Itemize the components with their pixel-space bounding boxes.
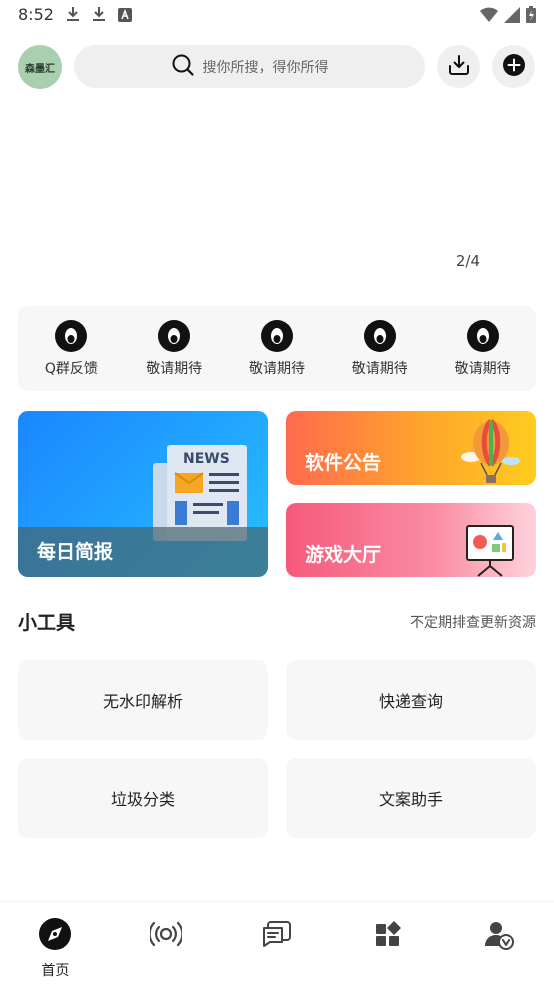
message-icon <box>262 920 292 952</box>
quick-link-coming-soon[interactable]: 敬请期待 <box>435 319 531 378</box>
tools-section-title: 小工具 <box>18 612 76 634</box>
banner-page-indicator: 2/4 <box>455 252 480 270</box>
download-icon <box>66 6 80 26</box>
nav-messages[interactable] <box>222 902 333 984</box>
nav-profile[interactable] <box>443 902 554 984</box>
text-a-icon <box>118 7 132 26</box>
wifi-icon <box>480 7 498 27</box>
tool-label: 垃圾分类 <box>110 790 175 809</box>
user-verified-icon <box>484 920 514 954</box>
download-icon <box>92 6 106 26</box>
status-system-icons <box>480 6 536 27</box>
status-bar: 8:52 <box>0 0 554 30</box>
quick-link-coming-soon[interactable]: 敬请期待 <box>332 319 428 378</box>
software-notice-card[interactable]: 软件公告 <box>286 411 536 485</box>
search-placeholder: 搜你所搜，得你所得 <box>202 59 329 76</box>
nav-label: 首页 <box>41 963 70 979</box>
quick-link-label: 敬请期待 <box>248 360 305 377</box>
quick-link-label: 敬请期待 <box>351 360 408 377</box>
quick-link-label: 敬请期待 <box>454 360 511 377</box>
tool-watermark-free-parse[interactable]: 无水印解析 <box>18 660 268 740</box>
tool-label: 快递查询 <box>378 692 443 711</box>
apps-icon <box>374 920 402 952</box>
qq-penguin-icon <box>158 319 191 352</box>
quick-link-feedback[interactable]: Q群反馈 <box>23 319 119 378</box>
battery-charging-icon <box>526 6 536 27</box>
tool-express-tracking[interactable]: 快递查询 <box>286 660 536 740</box>
presentation-board-icon <box>464 523 516 577</box>
quick-links-row: Q群反馈 敬请期待 敬请期待 敬请期待 敬请期待 <box>18 306 536 391</box>
tool-label: 无水印解析 <box>102 692 183 711</box>
nav-broadcast[interactable] <box>111 902 222 984</box>
qq-penguin-icon <box>466 319 499 352</box>
logo-text: 森墨汇 <box>25 63 55 75</box>
quick-link-coming-soon[interactable]: 敬请期待 <box>126 319 222 378</box>
tools-section-subtitle: 不定期排查更新资源 <box>410 615 536 631</box>
news-text: NEWS <box>183 451 230 467</box>
add-button[interactable] <box>492 45 535 88</box>
status-notifications <box>66 6 132 26</box>
status-time: 8:52 <box>18 5 54 24</box>
qq-penguin-icon <box>363 319 396 352</box>
compass-icon <box>39 918 72 954</box>
daily-briefing-card[interactable]: NEWS 每日简报 <box>18 411 268 577</box>
nav-apps[interactable] <box>332 902 443 984</box>
game-hall-card[interactable]: 游戏大厅 <box>286 503 536 577</box>
quick-link-coming-soon[interactable]: 敬请期待 <box>229 319 325 378</box>
nav-home[interactable]: 首页 <box>0 902 111 984</box>
tool-garbage-sorting[interactable]: 垃圾分类 <box>18 758 268 838</box>
card-title: 软件公告 <box>305 452 382 474</box>
quick-link-label: Q群反馈 <box>44 360 98 377</box>
tool-copywriting-assistant[interactable]: 文案助手 <box>286 758 536 838</box>
broadcast-icon <box>148 920 184 952</box>
search-icon <box>171 53 195 81</box>
download-tray-icon <box>448 54 470 80</box>
hot-air-balloon-icon <box>461 417 521 485</box>
plus-circle-icon <box>502 53 526 81</box>
bottom-navigation: 首页 <box>0 901 554 984</box>
qq-penguin-icon <box>260 319 293 352</box>
card-title: 游戏大厅 <box>305 544 382 566</box>
qq-penguin-icon <box>55 319 88 352</box>
banner-carousel[interactable]: 2/4 <box>0 100 554 285</box>
search-input[interactable]: 搜你所搜，得你所得 <box>74 45 425 88</box>
quick-link-label: 敬请期待 <box>146 360 203 377</box>
tool-label: 文案助手 <box>378 790 443 809</box>
card-title: 每日简报 <box>37 541 114 563</box>
app-logo[interactable]: 森墨汇 <box>18 45 62 89</box>
download-button[interactable] <box>437 45 480 88</box>
signal-icon <box>504 6 520 27</box>
